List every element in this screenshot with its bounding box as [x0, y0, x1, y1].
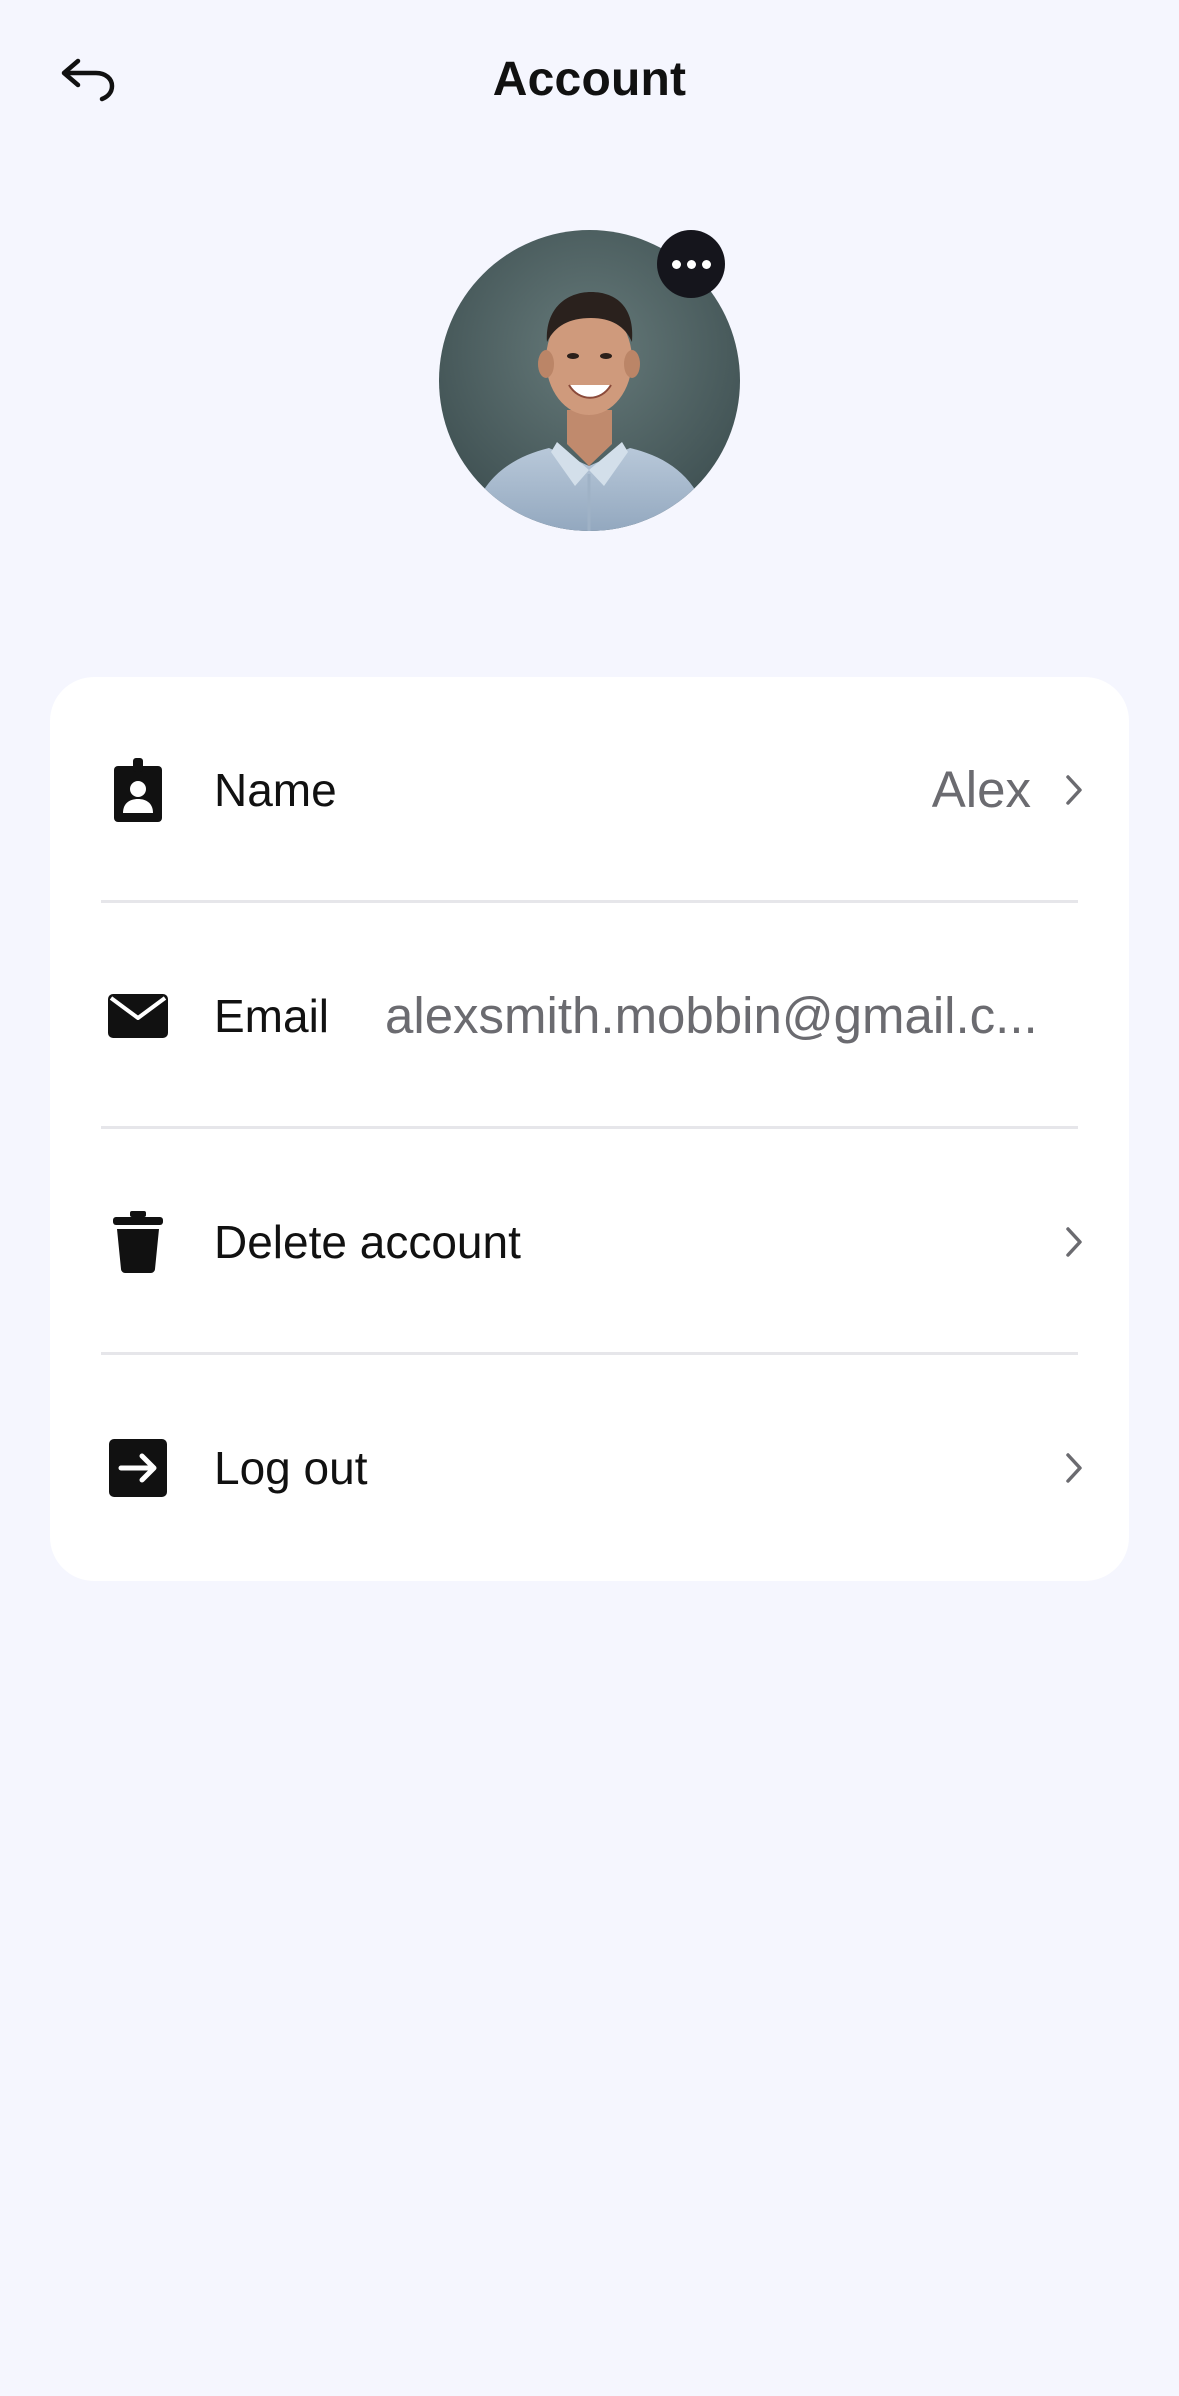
- more-dot: [701, 259, 711, 269]
- chevron-right-icon: [1066, 775, 1082, 805]
- contact-badge-icon: [106, 758, 170, 822]
- logout-icon: [106, 1436, 170, 1500]
- email-value: alexsmith.mobbin@gmail.c...: [385, 987, 1038, 1044]
- name-label: Name: [214, 764, 337, 816]
- more-horizontal-icon: [671, 259, 681, 269]
- chevron-right-icon: [1066, 1227, 1082, 1257]
- log-out-label: Log out: [214, 1442, 368, 1494]
- envelope-icon: [106, 984, 170, 1048]
- avatar-options-button[interactable]: [657, 230, 725, 298]
- header-bar: Account: [0, 0, 1179, 160]
- email-label: Email: [214, 990, 330, 1042]
- name-row[interactable]: Name Alex: [50, 677, 1129, 903]
- more-dot: [686, 259, 696, 269]
- chevron-right-icon: [1066, 1453, 1082, 1483]
- email-row[interactable]: Email alexsmith.mobbin@gmail.c...: [50, 903, 1129, 1129]
- trash-icon: [106, 1210, 170, 1274]
- account-settings-card: Name Alex Email alexsmith.mobbin@gmail.c…: [50, 677, 1129, 1581]
- page-title: Account: [492, 53, 687, 106]
- delete-account-row[interactable]: Delete account: [50, 1129, 1129, 1355]
- name-value: Alex: [931, 761, 1031, 818]
- log-out-row[interactable]: Log out: [50, 1355, 1129, 1581]
- delete-account-label: Delete account: [214, 1216, 521, 1268]
- profile-avatar-container: [439, 230, 740, 531]
